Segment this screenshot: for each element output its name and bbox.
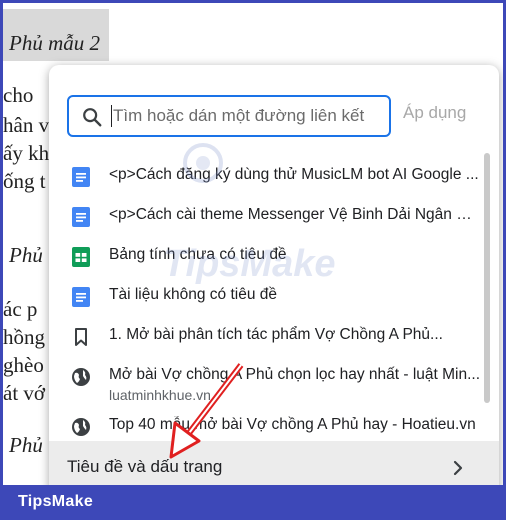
screenshot-frame: Phủ mẫu 2 cho hân v ấy kh ống t Phủ ác p…: [0, 0, 506, 520]
scrollbar-thumb[interactable]: [484, 153, 490, 403]
chevron-right-icon: [453, 460, 463, 476]
link-search-box: [67, 95, 391, 137]
text-cursor: [111, 105, 112, 127]
footer-label: Tiêu đề và dấu trang: [67, 457, 223, 476]
link-title: Mở bài Vợ chồng A Phủ chọn lọc hay nhất …: [109, 366, 481, 383]
list-item[interactable]: Bảng tính chưa có tiêu đề: [49, 237, 489, 277]
link-title: Bảng tính chưa có tiêu đề: [109, 246, 287, 263]
doc-fragment: hồng: [3, 325, 45, 349]
link-title: Tài liệu không có tiêu đề: [109, 286, 278, 303]
list-item[interactable]: <p>Cách đăng ký dùng thử MusicLM bot AI …: [49, 157, 489, 197]
link-title: 1. Mở bài phân tích tác phẩm Vợ Chồng A …: [109, 326, 443, 343]
list-item[interactable]: Mở bài Vợ chồng A Phủ chọn lọc hay nhất …: [49, 357, 489, 407]
link-search-input[interactable]: [113, 103, 383, 129]
doc-heading-2: Phủ: [9, 243, 43, 267]
list-item[interactable]: 1. Mở bài phân tích tác phẩm Vợ Chồng A …: [49, 317, 489, 357]
search-icon: [83, 108, 102, 127]
doc-fragment: ấy kh: [3, 141, 50, 165]
doc-fragment: ống t: [3, 169, 46, 193]
brand-bar: TipsMake: [0, 485, 506, 520]
list-item[interactable]: <p>Cách cài theme Messenger Vệ Binh Dải …: [49, 197, 489, 237]
google-docs-icon: [72, 287, 90, 307]
bookmark-icon: [75, 328, 87, 346]
doc-heading-1: Phủ mẫu 2: [9, 31, 100, 55]
google-docs-icon: [72, 207, 90, 227]
doc-fragment: cho: [3, 83, 34, 107]
doc-fragment: át vớ: [3, 381, 46, 405]
brand-logo-text: TipsMake: [18, 493, 94, 510]
insert-link-popup: Áp dụng <p>Cách đăng ký dùng thử MusicLM…: [49, 65, 499, 495]
link-title: <p>Cách đăng ký dùng thử MusicLM bot AI …: [109, 166, 479, 183]
doc-fragment: hân v: [3, 113, 50, 137]
doc-fragment: ác p: [3, 297, 38, 321]
google-sheets-icon: [72, 247, 90, 267]
link-title: Top 40 mẫu mở bài Vợ chồng A Phủ hay - H…: [109, 416, 476, 433]
apply-button[interactable]: Áp dụng: [403, 103, 466, 123]
google-docs-icon: [72, 167, 90, 187]
link-subtitle: luatminhkhue.vn: [109, 387, 211, 403]
doc-fragment: ghèo: [3, 353, 44, 377]
globe-icon: [72, 368, 90, 386]
doc-heading-3: Phủ: [9, 433, 43, 457]
list-item[interactable]: Tài liệu không có tiêu đề: [49, 277, 489, 317]
globe-icon: [72, 418, 90, 436]
link-title: <p>Cách cài theme Messenger Vệ Binh Dải …: [109, 206, 481, 223]
